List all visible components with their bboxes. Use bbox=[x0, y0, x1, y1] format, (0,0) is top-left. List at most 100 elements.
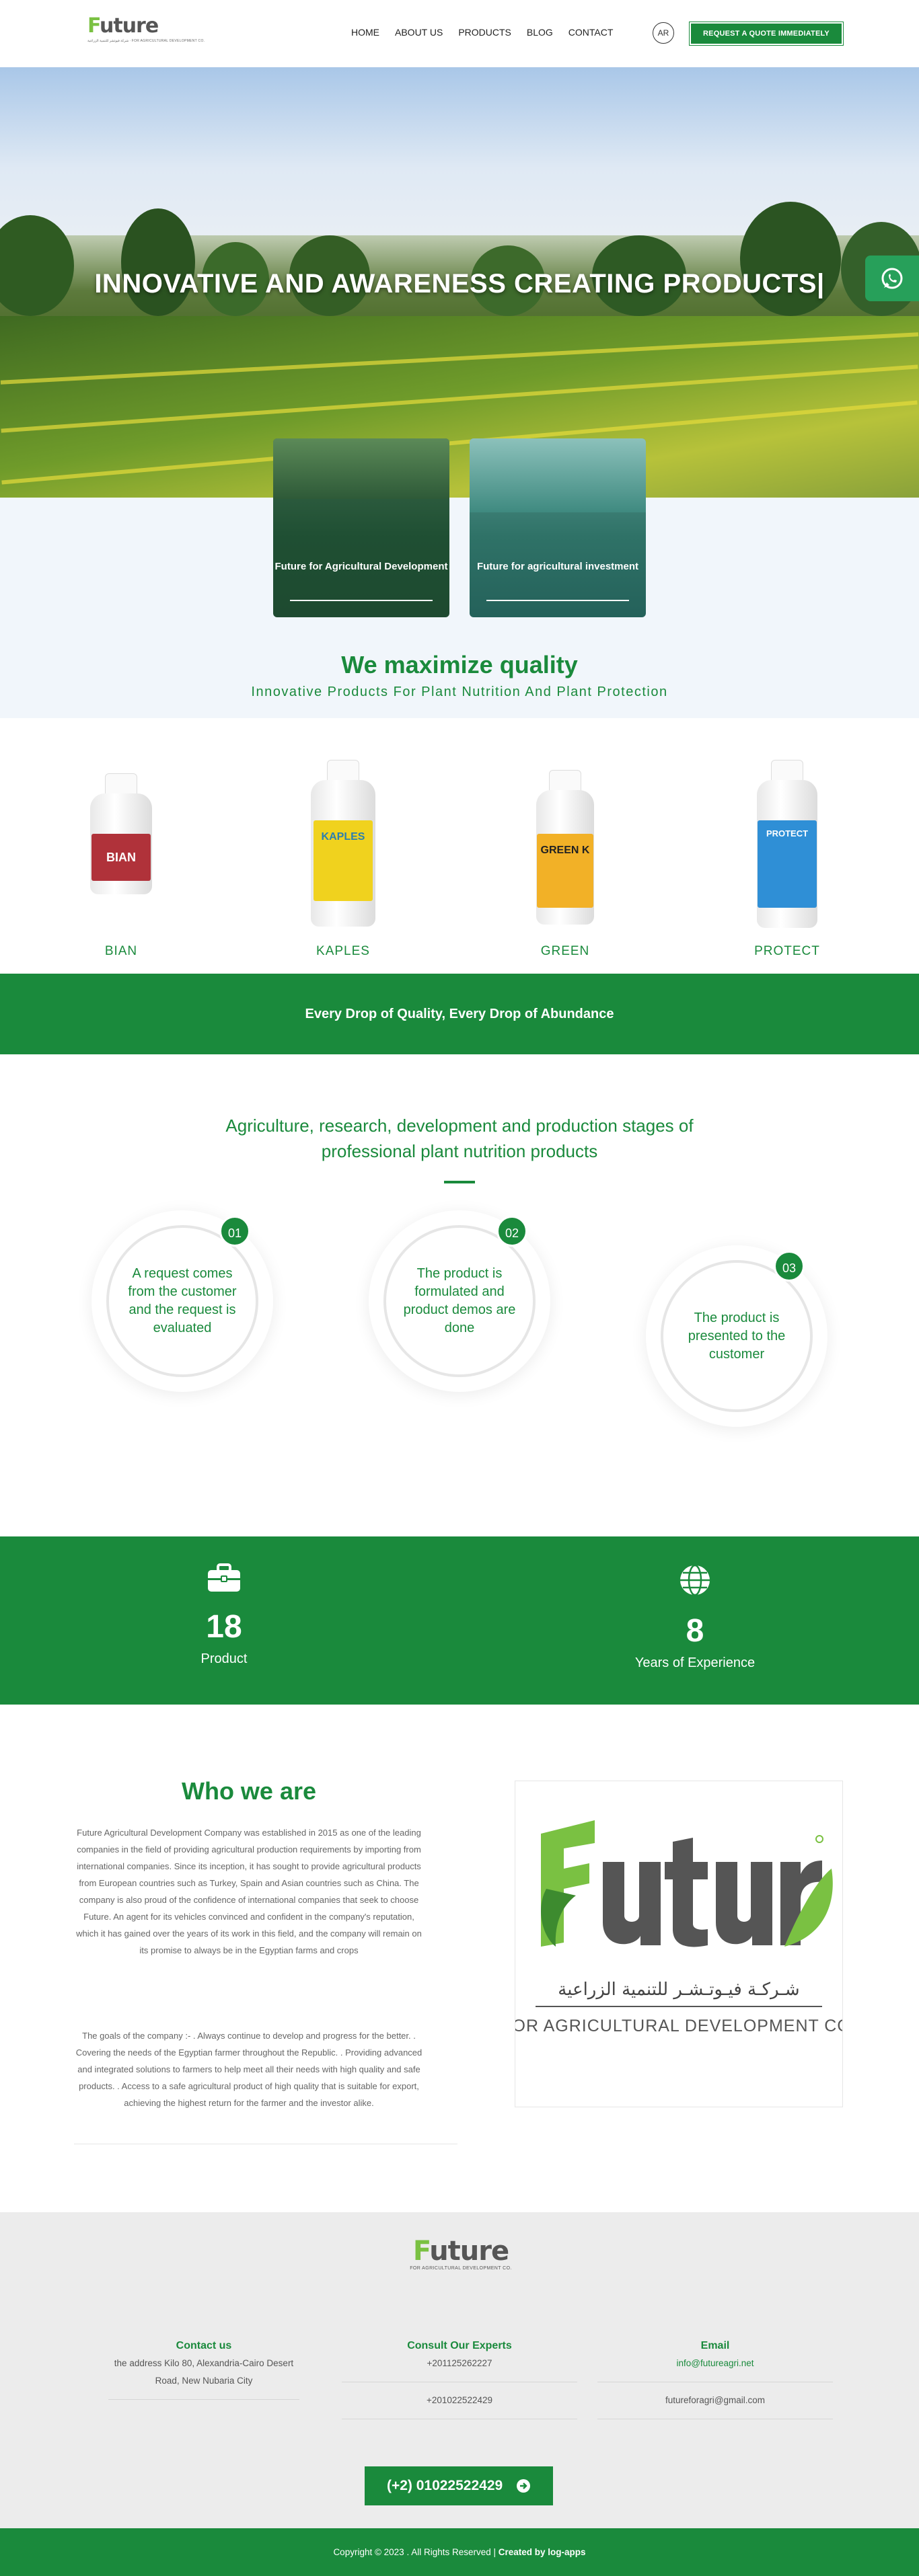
footer-address: the address Kilo 80, Alexandria-Cairo De… bbox=[114, 2358, 294, 2386]
product-name: PROTECT bbox=[754, 944, 820, 958]
step-number: 01 bbox=[219, 1216, 250, 1247]
step-card: The product is presented to the customer… bbox=[646, 1245, 828, 1427]
about-paragraph-goals: The goals of the company :- . Always con… bbox=[75, 2031, 422, 2108]
step-circle: A request comes from the customer and th… bbox=[106, 1225, 258, 1377]
tree-shape bbox=[121, 208, 195, 316]
step-card: A request comes from the customer and th… bbox=[91, 1210, 273, 1392]
card-image bbox=[273, 438, 449, 499]
product-green[interactable]: GREEN K GREEN bbox=[498, 753, 632, 968]
footer-logo-subtitle: FOR AGRICULTURAL DEVELOPMENT CO. bbox=[410, 2266, 512, 2271]
footer-email-heading: Email bbox=[700, 2340, 730, 2351]
footer-experts-heading: Consult Our Experts bbox=[407, 2340, 512, 2351]
step-card: The product is formulated and product de… bbox=[369, 1210, 550, 1392]
quality-title: We maximize quality bbox=[341, 651, 578, 678]
step-number: 03 bbox=[774, 1251, 805, 1282]
product-protect[interactable]: PROTECT PROTECT bbox=[720, 753, 854, 968]
product-bian[interactable]: BIAN BIAN bbox=[54, 753, 188, 968]
copyright-bar: Copyright © 2023 . All Rights Reserved |… bbox=[0, 2528, 919, 2576]
product-name: GREEN bbox=[540, 944, 590, 958]
card-underline bbox=[290, 600, 433, 601]
language-switch-button[interactable]: AR bbox=[653, 22, 674, 44]
about-paragraph-history: Future Agricultural Development Company … bbox=[76, 1828, 422, 1955]
logo-subtitle: شركة فيوتشر للتنمية الزراعية · FOR AGRIC… bbox=[87, 39, 205, 43]
steps-title-line2: professional plant nutrition products bbox=[321, 1141, 598, 1161]
card-agricultural-investment[interactable]: Future for agricultural investment bbox=[470, 438, 646, 617]
nav-blog[interactable]: BLOG bbox=[527, 26, 553, 39]
stat-products: 18 Product bbox=[123, 1563, 325, 1667]
stat-label: Product bbox=[200, 1651, 248, 1666]
stat-value: 18 bbox=[206, 1609, 242, 1645]
steps-divider bbox=[444, 1181, 475, 1183]
card-title: Future for Agricultural Development bbox=[274, 561, 448, 572]
copyright-text: Copyright © 2023 . All Rights Reserved | bbox=[333, 2547, 497, 2557]
step-circle: The product is formulated and product de… bbox=[383, 1225, 536, 1377]
site-footer: Future FOR AGRICULTURAL DEVELOPMENT CO. … bbox=[0, 2212, 919, 2528]
created-by-link[interactable]: Created by log-apps bbox=[499, 2547, 586, 2557]
footer-logo-wordmark: Future bbox=[400, 2236, 521, 2266]
hero-title: INNOVATIVE AND AWARENESS CREATING PRODUC… bbox=[94, 269, 825, 299]
step-text: The product is presented to the customer bbox=[688, 1310, 786, 1362]
footer-email-2[interactable]: futureforagri@gmail.com bbox=[594, 2392, 836, 2409]
future-logo-graphic: شـركـة فيـوتـشـر للتنمية الزراعية FOR AG… bbox=[501, 1820, 856, 2035]
main-nav: HOME ABOUT US PRODUCTS BLOG CONTACT bbox=[351, 26, 628, 39]
globe-icon bbox=[680, 1564, 710, 1596]
product-label: BIAN bbox=[91, 834, 151, 881]
about-title: Who we are bbox=[181, 1777, 317, 1805]
steps-title: Agriculture, research, development and p… bbox=[0, 1113, 919, 1164]
nav-contact[interactable]: CONTACT bbox=[568, 26, 614, 39]
footer-experts-column: Consult Our Experts +201125262227 +20102… bbox=[338, 2340, 581, 2429]
stat-experience: 8 Years of Experience bbox=[594, 1563, 796, 1671]
stat-value: 8 bbox=[686, 1613, 704, 1649]
company-logo-image: شـركـة فيـوتـشـر للتنمية الزراعية FOR AG… bbox=[501, 1781, 856, 2107]
page: Future شركة فيوتشر للتنمية الزراعية · FO… bbox=[0, 0, 919, 2576]
nav-products[interactable]: PRODUCTS bbox=[458, 26, 511, 39]
product-name: KAPLES bbox=[316, 944, 370, 958]
logo-rest: uture bbox=[429, 2236, 509, 2267]
steps-title-line1: Agriculture, research, development and p… bbox=[225, 1116, 694, 1136]
card-image bbox=[470, 438, 646, 512]
logo-letter: F bbox=[87, 14, 100, 38]
whatsapp-button[interactable] bbox=[865, 256, 919, 301]
product-label: PROTECT bbox=[758, 820, 817, 908]
product-kaples[interactable]: KAPLES KAPLES bbox=[276, 753, 410, 968]
logo-wordmark: Future bbox=[87, 15, 161, 38]
footer-email-column: Email info@futureagri.net futureforagri@… bbox=[594, 2340, 836, 2429]
step-circle: The product is presented to the customer bbox=[661, 1260, 813, 1412]
nav-home[interactable]: HOME bbox=[351, 26, 379, 39]
footer-email-1[interactable]: info@futureagri.net bbox=[594, 2355, 836, 2372]
quality-subtitle: Innovative Products For Plant Nutrition … bbox=[251, 685, 668, 699]
footer-contact-heading: Contact us bbox=[176, 2340, 232, 2351]
call-number: (+2) 01022522429 bbox=[386, 2478, 503, 2493]
footer-separator bbox=[108, 2399, 299, 2400]
request-quote-button[interactable]: REQUEST A QUOTE IMMEDIATELY bbox=[689, 22, 844, 46]
step-number: 02 bbox=[497, 1216, 527, 1247]
footer-contact-column: Contact us the address Kilo 80, Alexandr… bbox=[83, 2340, 325, 2409]
whatsapp-icon bbox=[881, 268, 903, 289]
hero-field bbox=[0, 316, 919, 498]
card-title: Future for agricultural investment bbox=[476, 561, 639, 572]
crop-row bbox=[1, 400, 918, 485]
site-logo[interactable]: Future شركة فيوتشر للتنمية الزراعية · FO… bbox=[87, 15, 205, 52]
footer-phone-1[interactable]: +201125262227 bbox=[338, 2355, 581, 2372]
product-name: BIAN bbox=[104, 944, 138, 958]
briefcase-icon bbox=[208, 1563, 240, 1592]
logo-english-text: FOR AGRICULTURAL DEVELOPMENT CO. bbox=[515, 2017, 842, 2035]
footer-phone-2[interactable]: +201022522429 bbox=[338, 2392, 581, 2409]
stat-label: Years of Experience bbox=[634, 1655, 756, 1670]
logo-arabic-text: شـركـة فيـوتـشـر للتنمية الزراعية bbox=[558, 1980, 799, 2000]
footer-logo[interactable]: Future FOR AGRICULTURAL DEVELOPMENT CO. bbox=[400, 2236, 521, 2271]
stats-band: 18 Product 8 Years of Experience bbox=[0, 1536, 919, 1705]
logo-rest: uture bbox=[100, 14, 159, 38]
hero-banner: INNOVATIVE AND AWARENESS CREATING PRODUC… bbox=[0, 67, 919, 498]
call-us-button[interactable]: (+2) 01022522429 bbox=[365, 2466, 553, 2505]
product-label: KAPLES bbox=[314, 820, 373, 901]
product-label: GREEN K bbox=[537, 834, 593, 908]
step-text: The product is formulated and product de… bbox=[403, 1266, 516, 1335]
card-agricultural-development[interactable]: Future for Agricultural Development bbox=[273, 438, 449, 617]
arrow-right-circle-icon bbox=[517, 2479, 531, 2493]
slogan-banner: Every Drop of Quality, Every Drop of Abu… bbox=[0, 974, 919, 1054]
site-header: Future شركة فيوتشر للتنمية الزراعية · FO… bbox=[0, 0, 919, 67]
card-underline bbox=[486, 600, 629, 601]
step-text: A request comes from the customer and th… bbox=[128, 1266, 237, 1335]
nav-about-us[interactable]: ABOUT US bbox=[395, 26, 443, 39]
